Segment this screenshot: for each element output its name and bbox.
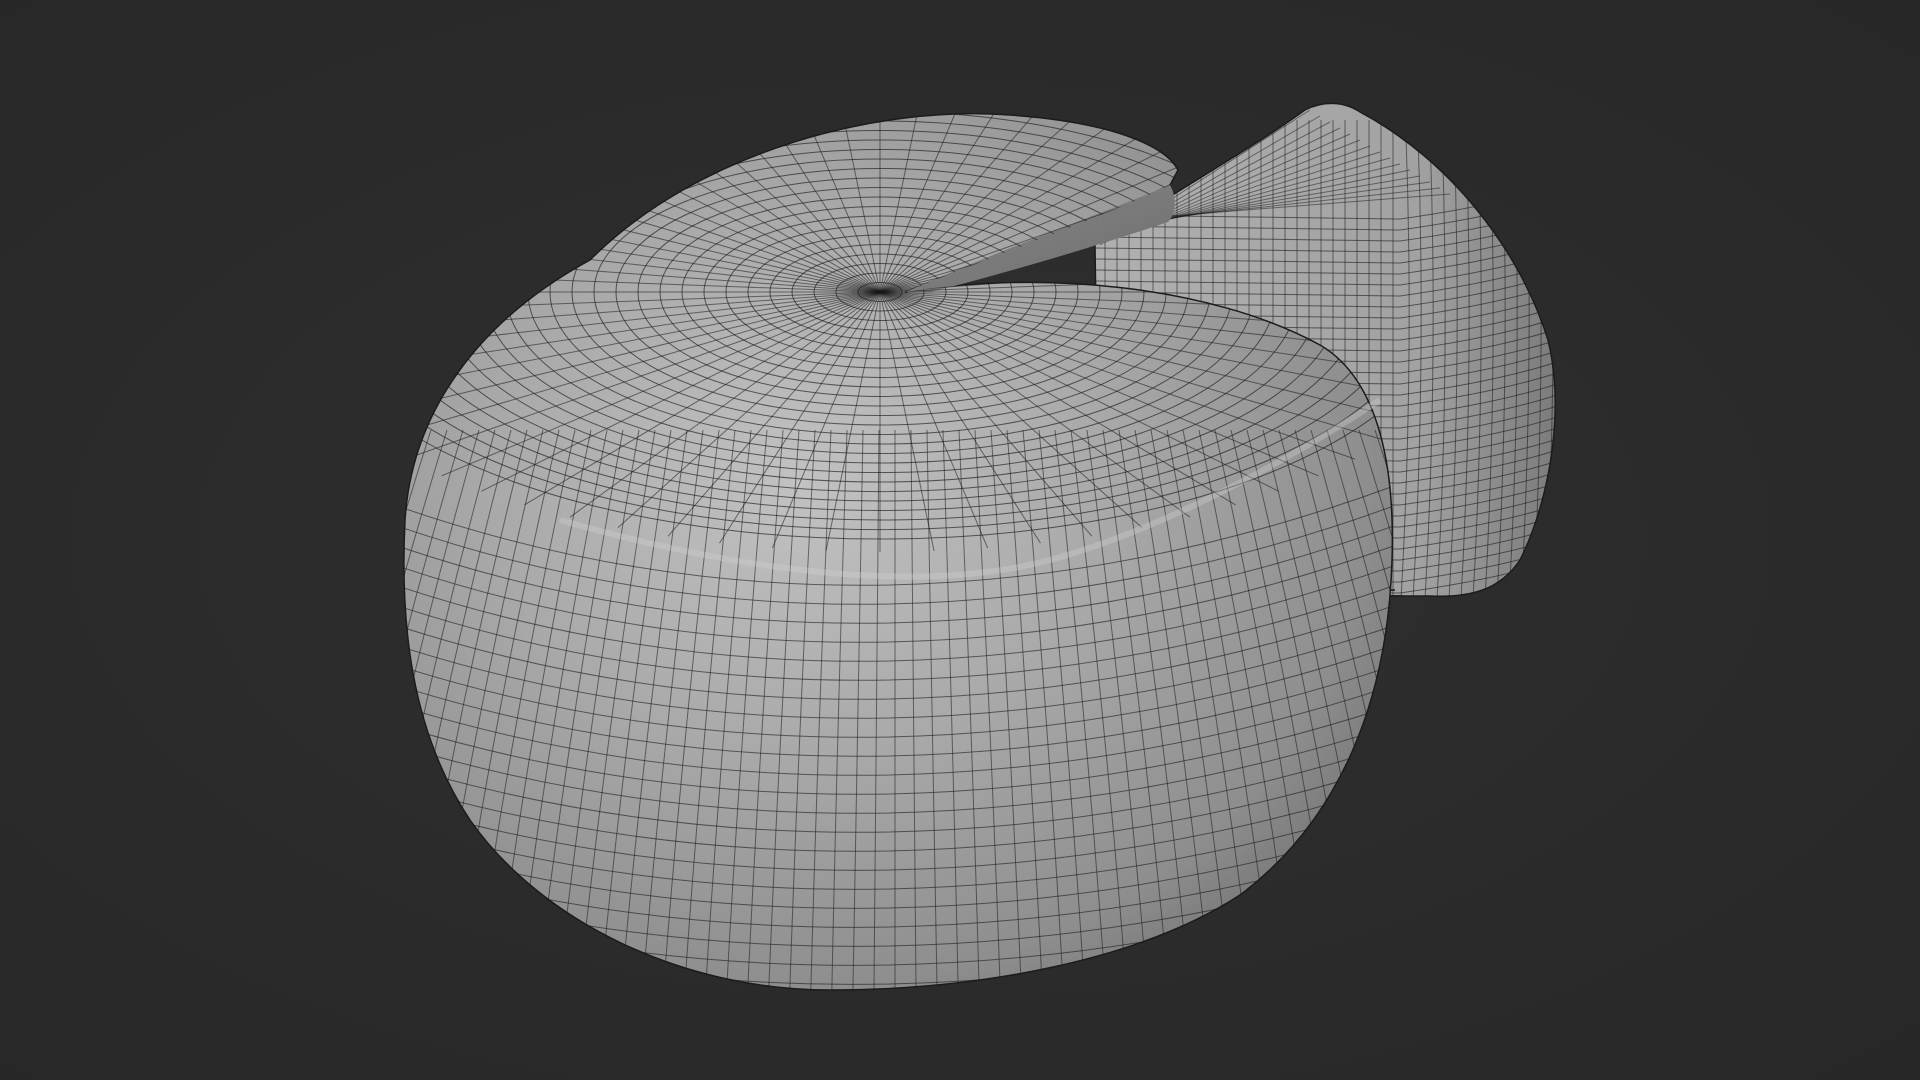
3d-viewport[interactable] [0, 0, 1920, 1080]
wireframe-edge [240, 430, 399, 1000]
wireframe-edge [403, 429, 416, 990]
viewport-canvas[interactable] [0, 0, 1920, 1080]
wireframe-edge [219, 430, 383, 1000]
